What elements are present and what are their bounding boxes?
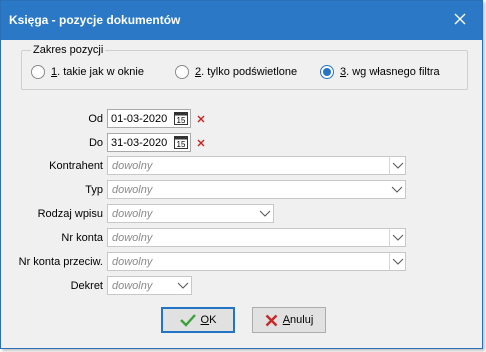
typ-value: dowolny	[112, 183, 153, 196]
chevron-down-icon[interactable]	[389, 181, 405, 198]
cancel-button[interactable]: Anuluj	[252, 307, 326, 333]
nr-konta-value: dowolny	[112, 231, 153, 244]
rodzaj-wpisu-combo[interactable]: dowolny	[107, 204, 274, 223]
date-to-label: Do	[88, 137, 103, 149]
kontrahent-value: dowolny	[112, 159, 153, 172]
typ-label: Typ	[85, 184, 103, 196]
checkmark-icon	[179, 313, 196, 327]
dekret-combo[interactable]: dowolny	[107, 276, 192, 295]
radio-label: 2. tylko podświetlone	[195, 66, 298, 78]
radio-scope-window[interactable]: 1. takie jak w oknie	[31, 64, 144, 80]
date-to-value: 31-03-2020	[111, 136, 168, 149]
cancel-label: Anuluj	[282, 314, 314, 326]
rodzaj-wpisu-label: Rodzaj wpisu	[37, 208, 103, 220]
chevron-down-icon[interactable]	[257, 205, 273, 222]
close-button[interactable]	[446, 7, 474, 33]
chevron-down-icon[interactable]	[389, 229, 405, 246]
radio-label: 1. takie jak w oknie	[51, 66, 144, 78]
calendar-icon[interactable]: 15	[173, 135, 189, 150]
typ-combo[interactable]: dowolny	[107, 180, 406, 199]
date-from-label: Od	[88, 113, 103, 125]
chevron-down-icon[interactable]	[389, 157, 405, 174]
dekret-label: Dekret	[70, 280, 103, 292]
chevron-down-icon[interactable]	[389, 253, 405, 270]
kontrahent-combo[interactable]: dowolny	[107, 156, 406, 175]
nr-konta-przeciw-combo[interactable]: dowolny	[107, 252, 406, 271]
nr-konta-label: Nr konta	[61, 232, 103, 244]
close-icon	[454, 13, 466, 28]
radio-label: 3. wg własnego filtra	[340, 66, 440, 78]
date-from-value: 01-03-2020	[111, 112, 168, 125]
nr-konta-przeciw-label: Nr konta przeciw.	[18, 256, 103, 268]
radio-circle-selected	[320, 65, 334, 79]
radio-circle	[31, 65, 45, 79]
ok-button[interactable]: OK	[161, 307, 235, 333]
rodzaj-wpisu-value: dowolny	[112, 207, 153, 220]
calendar-icon[interactable]: 15	[173, 111, 189, 126]
clear-date-from-icon[interactable]	[195, 113, 207, 125]
scope-legend: Zakres pozycji	[33, 44, 104, 56]
date-to-field[interactable]: 31-03-2020 15	[107, 133, 191, 152]
chevron-down-icon[interactable]	[175, 277, 191, 294]
dialog-window: Księga - pozycje dokumentów Zakres pozyc…	[0, 0, 483, 349]
title-bar[interactable]: Księga - pozycje dokumentów	[1, 1, 482, 40]
kontrahent-label: Kontrahent	[49, 160, 103, 172]
radio-scope-own-filter[interactable]: 3. wg własnego filtra	[320, 64, 440, 80]
cancel-x-icon	[265, 314, 278, 327]
date-from-field[interactable]: 01-03-2020 15	[107, 109, 191, 128]
clear-date-to-icon[interactable]	[195, 137, 207, 149]
radio-scope-highlighted[interactable]: 2. tylko podświetlone	[175, 64, 297, 80]
ok-label: OK	[200, 314, 217, 326]
svg-text:15: 15	[177, 140, 186, 149]
window-title: Księga - pozycje dokumentów	[9, 13, 181, 27]
dekret-value: dowolny	[112, 279, 153, 292]
nr-konta-przeciw-value: dowolny	[112, 255, 153, 268]
nr-konta-combo[interactable]: dowolny	[107, 228, 406, 247]
svg-text:15: 15	[177, 116, 186, 125]
radio-circle	[175, 65, 189, 79]
